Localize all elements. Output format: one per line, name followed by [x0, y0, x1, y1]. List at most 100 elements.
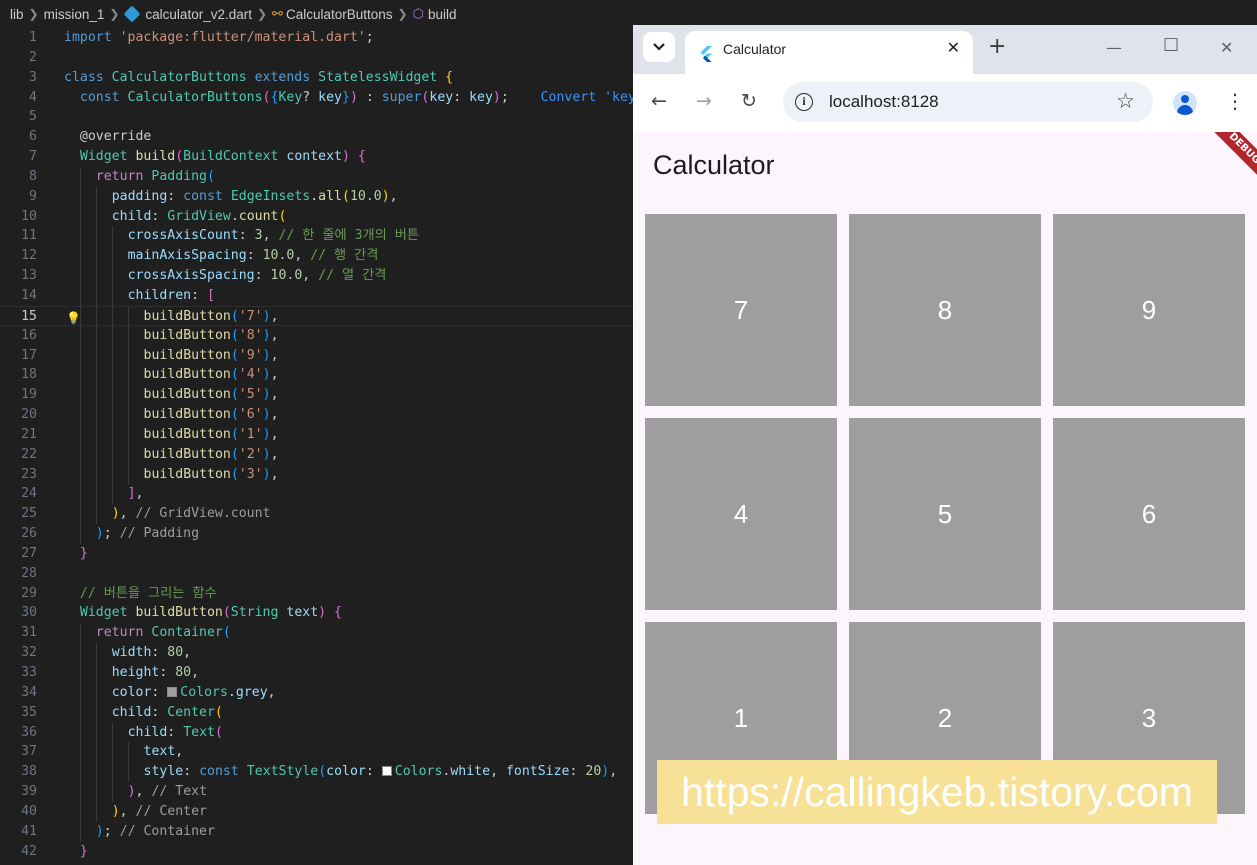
color-swatch-icon[interactable]: [167, 686, 178, 697]
code-line[interactable]: 21 buildButton('1'),: [0, 424, 633, 445]
indent-guide: [95, 186, 97, 207]
browser-tab[interactable]: Calculator ✕: [685, 31, 973, 74]
code-line[interactable]: 11 crossAxisCount: 3, // 한 줄에 3개의 버튼: [0, 226, 633, 247]
line-number: 10: [21, 208, 37, 224]
new-tab-plus-icon[interactable]: +: [988, 36, 1006, 58]
indent-guide: [79, 345, 81, 366]
code-token: }: [79, 843, 88, 859]
calculator-button-6[interactable]: 6: [1053, 418, 1245, 610]
profile-avatar-icon[interactable]: [1173, 91, 1197, 115]
indent-guide: [95, 484, 97, 505]
minimize-icon[interactable]: —: [1106, 38, 1122, 57]
bookmark-star-icon[interactable]: ☆: [1116, 89, 1135, 113]
code-line[interactable]: 2: [0, 48, 633, 68]
maximize-icon[interactable]: ☐: [1163, 35, 1179, 56]
code-line[interactable]: 13 crossAxisSpacing: 10.0, // 열 간격: [0, 266, 633, 286]
url-text[interactable]: localhost:8128: [829, 92, 939, 112]
code-line[interactable]: 36 child: Text(: [0, 722, 633, 743]
code-line[interactable]: 41); // Container: [0, 821, 633, 842]
code-line[interactable]: 31 return Container(: [0, 623, 633, 644]
code-line[interactable]: 28: [0, 564, 633, 584]
code-line[interactable]: 32 width: 80,: [0, 643, 633, 663]
code-token: buildButton: [143, 466, 231, 482]
breadcrumb-item-method[interactable]: ⬡ build: [413, 6, 457, 22]
breadcrumb-item-folder[interactable]: mission_1: [44, 7, 105, 22]
back-arrow-icon[interactable]: ←: [651, 91, 667, 111]
code-line[interactable]: 3 class CalculatorButtons extends Statele…: [0, 68, 633, 88]
code-line[interactable]: 26); // Padding: [0, 524, 633, 544]
code-token: ): [262, 387, 271, 403]
code-line[interactable]: 37 text,: [0, 742, 633, 763]
site-info-icon[interactable]: i: [795, 93, 813, 111]
code-line[interactable]: 16 buildButton('8'),: [0, 325, 633, 346]
code-line[interactable]: 20 buildButton('6'),: [0, 405, 633, 425]
color-swatch-icon[interactable]: [381, 766, 392, 777]
calculator-button-5[interactable]: 5: [849, 418, 1041, 610]
code-line[interactable]: 5: [0, 107, 633, 127]
code-line[interactable]: 39), // Text: [0, 782, 633, 802]
code-line[interactable]: 18 buildButton('4'),: [0, 365, 633, 386]
address-bar[interactable]: i localhost:8128 ☆: [783, 82, 1153, 122]
code-token: ,: [119, 803, 136, 819]
calculator-button-label: 6: [1141, 498, 1157, 529]
calculator-button-4[interactable]: 4: [645, 418, 837, 610]
tab-search-button[interactable]: [643, 32, 675, 62]
code-line[interactable]: 29 // 버튼을 그리는 함수: [0, 584, 633, 604]
indent-guide: [79, 484, 81, 505]
code-token: // 버튼을 그리는 함수: [79, 585, 217, 601]
code-line[interactable]: 12 mainAxisSpacing: 10.0, // 행 간격: [0, 246, 633, 267]
breadcrumb-item-class[interactable]: ⚯ CalculatorButtons: [272, 6, 392, 22]
kebab-menu-icon[interactable]: ⋮: [1225, 91, 1245, 111]
code-line[interactable]: 10 child: GridView.count(: [0, 206, 633, 227]
code-line[interactable]: 7 Widget build(BuildContext context) {: [0, 147, 633, 167]
code-token: ,: [183, 645, 192, 661]
reload-icon[interactable]: ↻: [741, 91, 757, 111]
code-line[interactable]: 40), // Center: [0, 801, 633, 822]
code-line[interactable]: 15 💡 buildButton('7'),: [0, 305, 633, 326]
calculator-button-label: 5: [937, 498, 953, 529]
code-line[interactable]: 22 buildButton('2'),: [0, 444, 633, 465]
calculator-button-9[interactable]: 9: [1053, 214, 1245, 406]
code-token: '7': [238, 308, 263, 324]
code-line[interactable]: 25), // GridView.count: [0, 504, 633, 525]
code-line[interactable]: 30 Widget buildButton(String text) {: [0, 603, 633, 623]
indent-guide: [95, 504, 97, 525]
code-token: {: [357, 149, 366, 165]
code-line[interactable]: 6 @override: [0, 127, 633, 147]
code-token: ,: [191, 665, 200, 680]
chevron-down-icon: [653, 43, 665, 51]
code-token: ): [262, 407, 271, 423]
code-line[interactable]: 27}: [0, 544, 633, 564]
code-line[interactable]: 24],: [0, 484, 633, 505]
calculator-button-8[interactable]: 8: [849, 214, 1041, 406]
code-line[interactable]: 4 const CalculatorButtons({Key? key}) : s…: [0, 88, 633, 108]
code-token: class: [64, 69, 104, 85]
code-text: return Padding(: [96, 167, 215, 187]
breadcrumb-item-lib[interactable]: lib: [10, 7, 24, 22]
breadcrumb-item-file[interactable]: calculator_v2.dart: [123, 5, 252, 23]
code-line[interactable]: 19 buildButton('5'),: [0, 385, 633, 406]
code-line[interactable]: 33 height: 80,: [0, 663, 633, 683]
line-number: 39: [21, 784, 37, 800]
code-line[interactable]: 8 return Padding(: [0, 166, 633, 187]
code-token: // GridView.count: [135, 506, 271, 522]
code-line[interactable]: 14 children: [: [0, 285, 633, 306]
code-line[interactable]: 9 padding: const EdgeInsets.all(10.0),: [0, 186, 633, 207]
code-text: buildButton('1'),: [144, 425, 279, 445]
window-close-icon[interactable]: ✕: [1220, 38, 1233, 57]
code-token: :: [151, 208, 168, 224]
code-line[interactable]: 35 child: Center(: [0, 702, 633, 723]
close-icon[interactable]: ✕: [947, 38, 960, 57]
code-line[interactable]: 23 buildButton('3'),: [0, 464, 633, 485]
code-token: CalculatorButtons: [127, 89, 263, 105]
code-line[interactable]: 1 import 'package:flutter/material.dart';: [0, 28, 633, 48]
line-number: 22: [21, 446, 37, 462]
code-line[interactable]: 34 color: Colors.grey,: [0, 682, 633, 703]
code-line[interactable]: 42}: [0, 842, 633, 862]
forward-arrow-icon[interactable]: →: [696, 91, 712, 111]
code-line[interactable]: 17 buildButton('9'),: [0, 345, 633, 366]
calculator-button-7[interactable]: 7: [645, 214, 837, 406]
code-line[interactable]: 38 style: const TextStyle(color: Colors.w…: [0, 762, 633, 783]
code-token: ): [349, 89, 358, 105]
code-area[interactable]: 1 import 'package:flutter/material.dart';…: [0, 28, 633, 861]
